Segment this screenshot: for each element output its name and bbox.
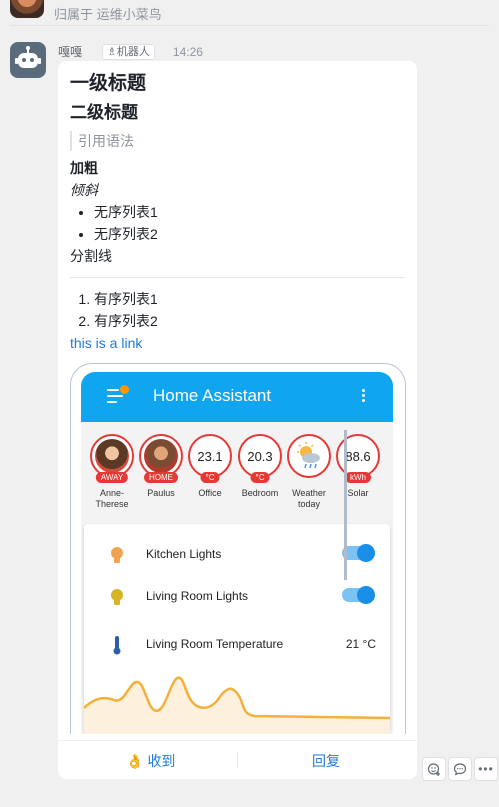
footer-separator [237,753,238,767]
emoji-add-icon [427,763,440,776]
badge-ring: HOME [139,434,183,483]
person-avatar-icon [144,439,178,473]
embedded-image[interactable]: Home Assistant AWAY Anne-Therese HOME Pa… [70,363,406,734]
weather-icon [297,442,320,469]
divider [10,25,489,26]
bot-avatar[interactable] [10,42,46,78]
acknowledge-label: 收到 [147,753,176,769]
entity-value: 21 °C [345,637,376,651]
badge-sensor: 88.6 kWh Solar [336,434,380,499]
list-item: 无序列表1 [94,201,405,223]
notification-dot [119,384,130,395]
badge-person: AWAY Anne-Therese [90,434,134,510]
message-card: 一级标题 二级标题 引用语法 加粗 倾斜 无序列表1 无序列表2 分割线 有序列… [58,61,417,779]
badge-pill: °C [200,472,220,483]
thermometer-icon [113,636,121,655]
list-item: 有序列表2 [94,310,405,332]
badge-ring: 88.6 kWh [336,434,380,483]
user-avatar[interactable] [10,0,44,18]
ha-app-bar: Home Assistant [81,372,393,422]
badge-weather: Weather today [287,434,331,510]
horizontal-rule [70,277,405,278]
badge-pill: kWh [345,472,371,483]
temperature-graph [84,676,390,734]
badge-label: Solar [347,488,369,498]
badge-label: Weather today [292,488,326,509]
reply-thread-button[interactable] [448,757,472,781]
entity-name: Living Room Temperature [146,637,284,651]
badge-value: 20.3 [247,448,273,464]
robot-icon [15,46,41,68]
badge-sensor: 23.1 °C Office [188,434,232,499]
robot-tag-icon: ♗ [107,45,117,58]
previous-message-strip: 归属于 运维小菜鸟 [0,0,499,26]
badge-label: Office [198,488,222,498]
markdown-content: 一级标题 二级标题 引用语法 加粗 倾斜 无序列表1 无序列表2 分割线 有序列… [70,71,405,354]
entity-row: Living Room Temperature 21 °C [84,632,390,658]
robot-tag: ♗机器人 [102,43,155,60]
lightbulb-yellow-icon [111,589,123,605]
badge-pill: °C [250,472,270,483]
divider-label: 分割线 [70,248,112,264]
ok-hand-icon: 👌 [126,752,144,769]
badge-label: Paulus [147,488,175,498]
more-actions-button[interactable]: ••• [474,757,498,781]
entity-name: Living Room Lights [146,589,249,603]
hyperlink[interactable]: this is a link [70,335,142,351]
badge-pill: HOME [144,472,178,483]
belongs-to-text: 归属于 运维小菜鸟 [54,7,162,22]
reply-button[interactable]: 回复 [312,751,340,771]
lightbulb-orange-icon [111,547,123,563]
acknowledge-button[interactable]: 👌 收到 [126,751,175,771]
blockquote: 引用语法 [70,131,405,151]
sender-name[interactable]: 嘎嘎 [58,43,82,60]
badge-ring: 23.1 °C [188,434,232,483]
ordered-list: 有序列表1 有序列表2 [70,288,405,332]
unordered-list: 无序列表1 无序列表2 [70,201,405,245]
message-header: 嘎嘎 ♗机器人 14:26 [58,43,203,60]
message-time: 14:26 [172,44,203,59]
comment-icon [453,763,467,776]
entity-row: Living Room Lights [84,584,390,610]
badge-value: 88.6 [345,448,371,464]
message-actions: ••• [422,757,498,781]
badge-ring: AWAY [90,434,134,483]
entity-toggle[interactable] [342,586,375,604]
image-edge [344,430,347,580]
heading-1: 一级标题 [70,73,147,94]
badge-label: Anne-Therese [95,488,129,509]
bold-text: 加粗 [70,160,98,176]
more-icon: ••• [478,762,494,776]
badge-ring [287,434,331,478]
italic-text: 倾斜 [70,182,98,198]
badge-label: Bedroom [241,488,279,498]
badge-pill: AWAY [95,472,129,483]
entity-name: Kitchen Lights [146,547,222,561]
heading-2: 二级标题 [70,103,138,122]
card-footer: 👌 收到 回复 [58,741,417,779]
ha-title: Home Assistant [153,386,272,405]
list-item: 无序列表2 [94,223,405,245]
robot-tag-label: 机器人 [116,45,150,58]
badge-person: HOME Paulus [139,434,183,499]
badge-ring: 20.3 °C [238,434,282,483]
person-avatar-icon [95,439,129,473]
add-reaction-button[interactable] [422,757,446,781]
badge-sensor: 20.3 °C Bedroom [238,434,282,499]
more-icon [362,389,365,404]
badge-value: 23.1 [197,448,223,464]
list-item: 有序列表1 [94,288,405,310]
